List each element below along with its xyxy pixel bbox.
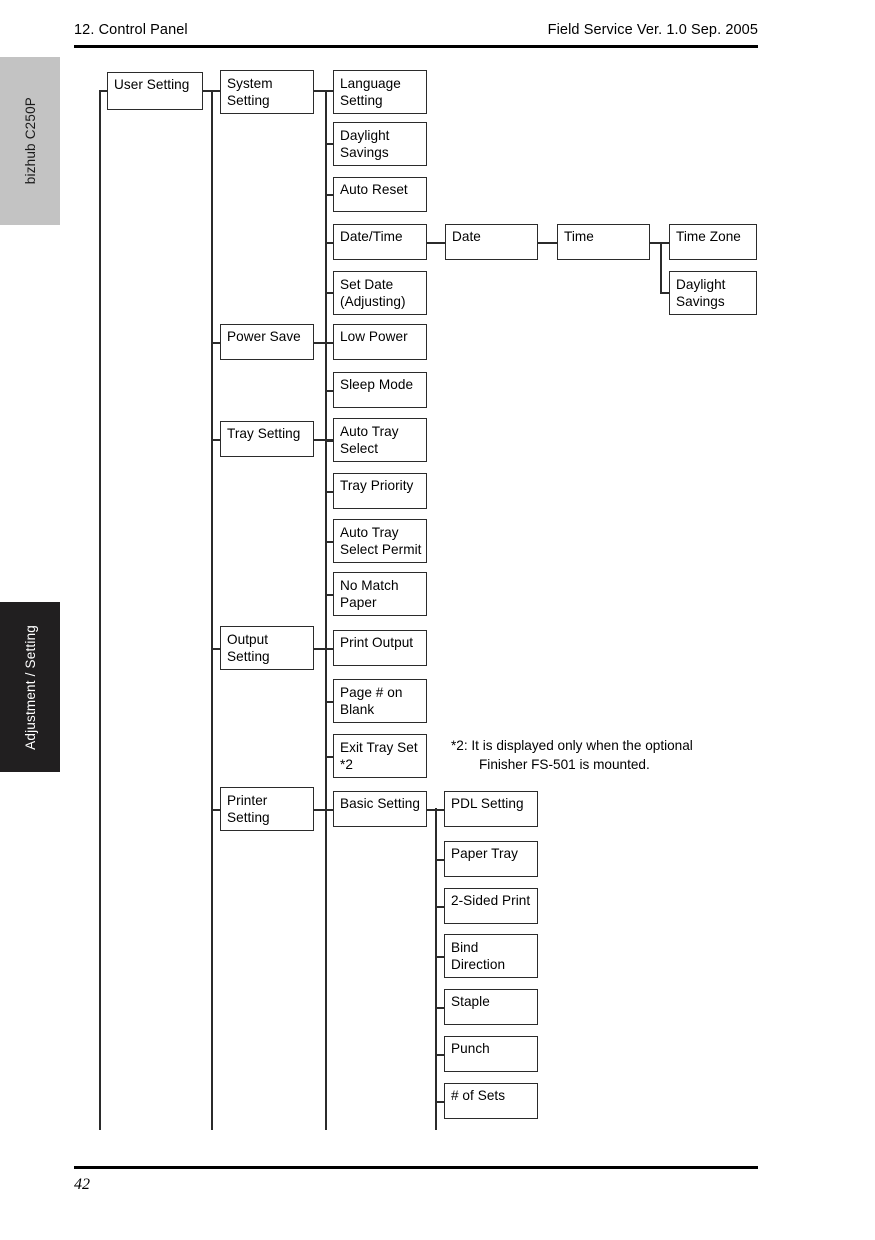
node-no-match-paper-label: No Match Paper xyxy=(340,578,399,610)
node-language-setting-label: Language Setting xyxy=(340,76,401,108)
node-power-save[interactable]: Power Save xyxy=(220,324,314,360)
node-bind-direction[interactable]: Bind Direction xyxy=(444,934,538,978)
node-time-zone[interactable]: Time Zone xyxy=(669,224,757,260)
node-basic-setting[interactable]: Basic Setting xyxy=(333,791,427,827)
node-punch[interactable]: Punch xyxy=(444,1036,538,1072)
node-printer-setting[interactable]: Printer Setting xyxy=(220,787,314,831)
node-number-of-sets[interactable]: # of Sets xyxy=(444,1083,538,1119)
connector-date-to-time xyxy=(538,242,557,244)
node-page-number-on-blank[interactable]: Page # on Blank xyxy=(333,679,427,723)
node-paper-tray[interactable]: Paper Tray xyxy=(444,841,538,877)
trunk-line-col2 xyxy=(211,91,213,1130)
node-time[interactable]: Time xyxy=(557,224,650,260)
trunk-line-time-children xyxy=(660,242,662,293)
node-no-match-paper[interactable]: No Match Paper xyxy=(333,572,427,616)
node-auto-tray-select-permit-label: Auto Tray Select Permit xyxy=(340,525,422,557)
node-tray-priority[interactable]: Tray Priority xyxy=(333,473,427,509)
node-tray-setting[interactable]: Tray Setting xyxy=(220,421,314,457)
node-2-sided-print[interactable]: 2-Sided Print xyxy=(444,888,538,924)
node-exit-tray-set[interactable]: Exit Tray Set *2 xyxy=(333,734,427,778)
node-auto-tray-select-permit[interactable]: Auto Tray Select Permit xyxy=(333,519,427,563)
node-language-setting[interactable]: Language Setting xyxy=(333,70,427,114)
node-exit-tray-set-label: Exit Tray Set *2 xyxy=(340,740,418,772)
node-bind-direction-label: Bind Direction xyxy=(451,940,506,972)
footnote-line-1: *2: It is displayed only when the option… xyxy=(451,738,693,753)
node-date[interactable]: Date xyxy=(445,224,538,260)
node-system-setting[interactable]: System Setting xyxy=(220,70,314,114)
node-page-number-on-blank-label: Page # on Blank xyxy=(340,685,403,717)
node-auto-tray-select-label: Auto Tray Select xyxy=(340,424,399,456)
footer-divider xyxy=(74,1166,758,1169)
node-daylight-savings-time[interactable]: Daylight Savings xyxy=(669,271,757,315)
node-output-setting-label: Output Setting xyxy=(227,632,270,664)
footnote-note-2: *2: It is displayed only when the option… xyxy=(451,736,751,774)
node-daylight-savings-time-label: Daylight Savings xyxy=(676,277,726,309)
page-number: 42 xyxy=(74,1176,90,1193)
node-date-time[interactable]: Date/Time xyxy=(333,224,427,260)
trunk-line-col3 xyxy=(325,91,327,1130)
node-set-date-adjusting[interactable]: Set Date (Adjusting) xyxy=(333,271,427,315)
node-low-power[interactable]: Low Power xyxy=(333,324,427,360)
trunk-line-col4 xyxy=(435,808,437,1130)
node-printer-setting-label: Printer Setting xyxy=(227,793,270,825)
node-pdl-setting[interactable]: PDL Setting xyxy=(444,791,538,827)
node-sleep-mode[interactable]: Sleep Mode xyxy=(333,372,427,408)
node-daylight-savings-sys-label: Daylight Savings xyxy=(340,128,390,160)
node-daylight-savings-sys[interactable]: Daylight Savings xyxy=(333,122,427,166)
node-print-output[interactable]: Print Output xyxy=(333,630,427,666)
trunk-line-col1 xyxy=(99,91,101,1130)
menu-tree-diagram: User Setting System Setting Language Set… xyxy=(0,0,875,1240)
node-system-setting-label: System Setting xyxy=(227,76,273,108)
node-set-date-adjusting-label: Set Date (Adjusting) xyxy=(340,277,406,309)
footnote-line-2: Finisher FS-501 is mounted. xyxy=(479,757,650,772)
connector-date-time-out xyxy=(427,242,445,244)
node-staple[interactable]: Staple xyxy=(444,989,538,1025)
node-auto-reset[interactable]: Auto Reset xyxy=(333,177,427,212)
node-output-setting[interactable]: Output Setting xyxy=(220,626,314,670)
node-user-setting[interactable]: User Setting xyxy=(107,72,203,110)
node-auto-tray-select[interactable]: Auto Tray Select xyxy=(333,418,427,462)
